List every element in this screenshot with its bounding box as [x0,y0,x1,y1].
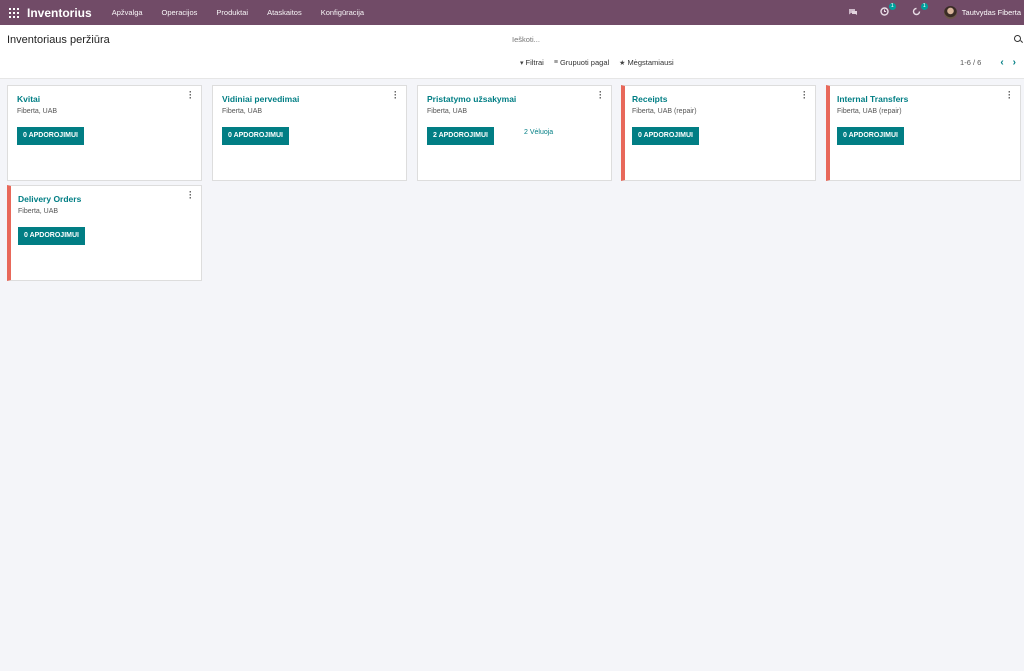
group-by-button[interactable]: ≡ Grupuoti pagal [554,58,609,67]
card-company: Fiberta, UAB [17,108,58,115]
apps-grid-icon[interactable] [9,7,19,18]
kebab-menu-icon[interactable]: · · · [803,88,806,103]
clock-icon[interactable]: 1 [912,3,928,18]
kanban-card[interactable]: Receipts Fiberta, UAB (repair) · · · 0 APD… [621,85,816,181]
user-avatar[interactable] [943,6,957,19]
menu-item-reports[interactable]: Ataskaitos [267,8,302,17]
star-icon: ★ [619,59,626,67]
pager-value[interactable]: 1-6 / 6 [960,58,981,67]
favorites-button[interactable]: ★ Mėgstamiausi [619,58,674,67]
card-title[interactable]: Kvitai [17,94,40,104]
menu-item-configuration[interactable]: Konfigūracija [321,8,364,17]
favorites-label: Mėgstamiausi [627,58,674,67]
pager-previous-icon[interactable]: ‹ [1000,57,1003,68]
control-panel: Inventoriaus peržiūra ▾ Filtrai ≡ Grupuo… [0,25,1024,79]
to-process-button[interactable]: 0 APDOROJIMUI [632,127,699,145]
card-title[interactable]: Receipts [632,94,667,104]
card-title[interactable]: Internal Transfers [837,94,908,104]
to-process-button[interactable]: 2 APDOROJIMUI [427,127,494,145]
menu-item-overview[interactable]: Apžvalga [112,8,143,17]
search-input[interactable] [512,32,1012,46]
activity-badge: 1 [888,3,896,10]
group-by-label: Grupuoti pagal [559,58,610,67]
kebab-menu-icon[interactable]: · · · [599,88,602,103]
card-company: Fiberta, UAB (repair) [632,108,697,115]
kebab-menu-icon[interactable]: · · · [189,188,192,203]
top-navbar: Inventorius Apžvalga Operacijos Produkta… [0,0,1024,25]
chat-icon[interactable] [848,8,858,18]
menu-item-products[interactable]: Produktai [216,8,248,17]
kanban-card[interactable]: Internal Transfers Fiberta, UAB (repair)… [826,85,1021,181]
to-process-button[interactable]: 0 APDOROJIMUI [837,127,904,145]
kanban-card[interactable]: Delivery Orders Fiberta, UAB · · · 0 APDOR… [7,185,202,281]
filter-icon: ▾ [520,59,524,67]
search-icon[interactable] [1014,35,1021,42]
card-company: Fiberta, UAB [222,108,263,115]
app-brand[interactable]: Inventorius [27,6,92,20]
to-process-button[interactable]: 0 APDOROJIMUI [17,127,84,145]
kanban-card[interactable]: Kvitai Fiberta, UAB · · · 0 APDOROJIMUI [7,85,202,181]
kebab-menu-icon[interactable]: · · · [394,88,397,103]
card-title[interactable]: Vidiniai pervedimai [222,94,299,104]
group-by-icon: ≡ [553,59,558,66]
activity-icon[interactable]: 1 [880,3,896,18]
main-menu: Apžvalga Operacijos Produktai Ataskaitos… [112,8,383,17]
pager: 1-6 / 6 ‹ › [960,57,1016,68]
page-title: Inventoriaus peržiūra [7,34,110,46]
card-title[interactable]: Delivery Orders [18,194,81,204]
filters-label: Filtrai [525,58,544,67]
kanban-card[interactable]: Pristatymo užsakymai Fiberta, UAB · · · 2 … [417,85,612,181]
card-company: Fiberta, UAB (repair) [837,108,902,115]
card-title[interactable]: Pristatymo užsakymai [427,94,516,104]
late-link[interactable]: 2 Vėluoja [524,129,553,136]
user-name[interactable]: Tautvydas Fiberta [962,8,1021,17]
kebab-menu-icon[interactable]: · · · [189,88,192,103]
to-process-button[interactable]: 0 APDOROJIMUI [18,227,85,245]
to-process-button[interactable]: 0 APDOROJIMUI [222,127,289,145]
filters-button[interactable]: ▾ Filtrai [520,58,544,67]
kanban-card[interactable]: Vidiniai pervedimai Fiberta, UAB · · · 0 A… [212,85,407,181]
card-company: Fiberta, UAB [18,208,59,215]
card-company: Fiberta, UAB [427,108,468,115]
pager-next-icon[interactable]: › [1013,57,1016,68]
search-bar [512,32,1024,46]
kebab-menu-icon[interactable]: · · · [1008,88,1011,103]
menu-item-operations[interactable]: Operacijos [162,8,198,17]
systray: 1 1 Tautvydas Fiberta [848,0,1024,25]
filter-bar: ▾ Filtrai ≡ Grupuoti pagal ★ Mėgstamiaus… [520,58,684,67]
clock-badge: 1 [920,3,928,10]
